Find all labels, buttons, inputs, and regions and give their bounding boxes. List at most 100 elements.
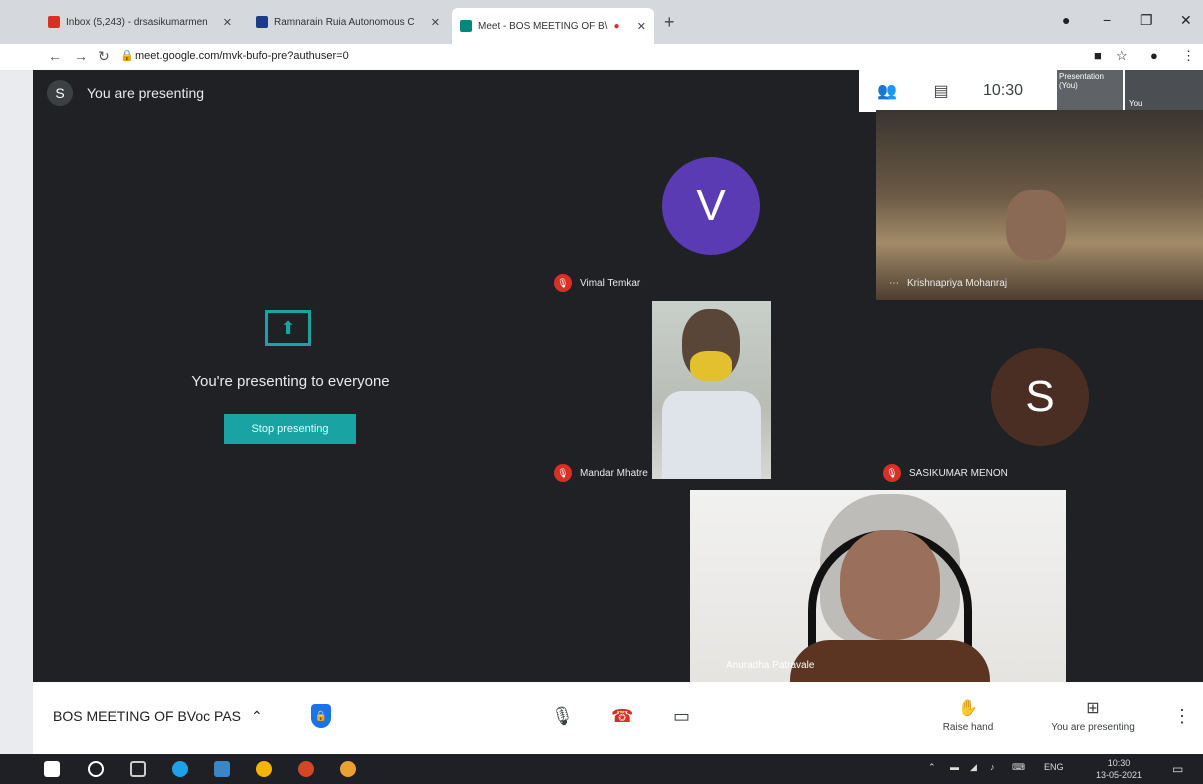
chrome-icon[interactable] [256,761,272,777]
restore-button[interactable]: ❐ [1140,12,1153,29]
recording-icon: ● [613,20,620,32]
clock-date: 13-05-2021 [1096,770,1143,780]
present-icon: ⊞ [1086,700,1100,717]
camera-indicator-icon[interactable]: ■ [1094,48,1102,63]
camera-button[interactable]: ▭ [673,706,690,727]
avatar: V [662,157,760,255]
file-explorer-icon[interactable] [214,761,230,777]
new-tab-button[interactable]: + [664,12,675,33]
site-icon [256,16,268,28]
microphone-button[interactable]: 🎙 [551,706,574,727]
search-icon[interactable] [88,761,104,777]
hand-icon: ✋ [958,700,978,717]
meet-bottom-bar: BOS MEETING OF BVoc PAS ⌃ 🔒 🎙 ☎ ▭ ✋ Rais… [33,682,1203,754]
presenting-label: You are presenting [1051,722,1135,733]
clock-time: 10:30 [1107,758,1131,768]
notification-icon[interactable]: ▭ [1172,762,1183,776]
meeting-title: BOS MEETING OF BVoc PAS [53,708,242,724]
mic-off-icon: 🎙 [883,464,901,482]
mic-off-icon: 🎙 [554,464,572,482]
raise-hand-button[interactable]: ✋ Raise hand [933,698,1003,733]
tab-ruia[interactable]: Ramnarain Ruia Autonomous C ✕ [248,8,448,36]
back-icon[interactable]: ← [48,48,62,64]
meeting-clock: 10:30 [983,82,1024,99]
close-icon[interactable]: ✕ [637,20,646,33]
top-right-panel: 👥 ▤ 10:30 Presentation (You) You [859,70,1203,112]
meet-icon [460,20,472,32]
tab-meet[interactable]: Meet - BOS MEETING OF B\ ● ✕ [452,8,654,44]
window-close-button[interactable]: ✕ [1180,12,1192,29]
leave-call-button[interactable]: ☎ [611,706,633,727]
wifi-icon[interactable]: ◢ [970,762,977,773]
forward-icon[interactable]: → [74,48,88,64]
chevron-up-icon: ⌃ [251,708,263,724]
face-mask [690,351,732,381]
url-field[interactable]: meet.google.com/mvk-bufo-pre?authuser=0 [135,50,349,62]
participant-name: Vimal Temkar [580,277,641,289]
avatar: S [47,80,73,106]
participant-name: SASIKUMAR MENON [909,467,1008,479]
participant-name: Mandar Mhatre [580,467,648,479]
browser-tabstrip: Inbox (5,243) - drsasikumarmen ✕ Ramnara… [0,0,1203,44]
task-view-icon[interactable] [130,761,146,777]
participant-shirt [662,391,761,479]
banner-text: You are presenting [87,85,205,101]
avatar: S [991,348,1089,446]
language-indicator[interactable]: ENG [1044,762,1064,772]
taskbar-clock[interactable]: 10:30 13-05-2021 [1096,757,1142,781]
host-controls-icon[interactable]: 🔒 [311,704,331,728]
participant-name-tag: 🎙 Mandar Mhatre [554,464,648,482]
windows-taskbar: ⌃ ▬ ◢ ♪ ⌨ ENG 10:30 13-05-2021 ▭ [0,754,1203,784]
participant-video[interactable] [876,110,1203,300]
more-icon[interactable]: ⋯ [889,278,899,289]
participant-body [790,640,990,682]
raise-hand-label: Raise hand [942,722,994,733]
participant-video[interactable]: Anuradha Patravale [690,490,1066,682]
tab-label: Ramnarain Ruia Autonomous C [274,16,415,28]
participant-name: Anuradha Patravale [726,660,815,671]
windows-start-icon[interactable] [44,761,60,777]
network-icon[interactable]: ▬ [950,762,959,772]
tile-label: Presentation (You) [1059,72,1104,90]
edge-icon[interactable] [172,761,188,777]
tab-gmail[interactable]: Inbox (5,243) - drsasikumarmen ✕ [40,8,240,36]
more-options-icon[interactable]: ⋮ [1173,706,1191,727]
profile-icon[interactable]: ● [1062,12,1070,28]
meet-stage: S You are presenting 👥 ▤ 10:30 Presentat… [33,70,1203,682]
present-now-button[interactable]: ⊞ You are presenting [1038,698,1148,733]
participant-face [840,530,940,640]
reload-icon[interactable]: ↻ [98,48,110,65]
bookmark-star-icon[interactable]: ☆ [1116,48,1128,64]
present-screen-icon: ⬆ [265,310,311,346]
volume-icon[interactable]: ♪ [990,762,995,772]
presenting-banner: S You are presenting [47,80,204,106]
tab-label: Meet - BOS MEETING OF B\ [478,20,608,32]
participant-video[interactable] [652,301,771,479]
self-video-tile[interactable]: You [1125,70,1203,110]
chrome-icon[interactable] [340,761,356,777]
address-bar: ← → ↻ 🔒 meet.google.com/mvk-bufo-pre?aut… [0,44,1203,70]
participant-name-tag: 🎙 SASIKUMAR MENON [883,464,1008,482]
account-icon[interactable]: ● [1150,48,1158,63]
keyboard-icon[interactable]: ⌨ [1012,762,1025,773]
stop-presenting-button[interactable]: Stop presenting [224,414,356,444]
participant-name-tag: ⋯ Krishnapriya Mohanraj [889,278,1007,289]
people-icon[interactable]: 👥 [867,81,907,101]
gmail-icon [48,16,60,28]
participant-name-tag: 🎙 Vimal Temkar [554,274,640,292]
participant-name: Krishnapriya Mohanraj [907,278,1008,289]
self-presentation-tile[interactable]: Presentation (You) [1057,70,1123,110]
presenting-title: You're presenting to everyone [191,373,390,390]
tile-label: You [1129,99,1143,108]
powerpoint-icon[interactable] [298,761,314,777]
mic-off-icon: 🎙 [554,274,572,292]
lock-icon: 🔒 [120,50,134,62]
meeting-details-toggle[interactable]: BOS MEETING OF BVoc PAS ⌃ [53,708,263,725]
minimize-button[interactable]: − [1103,12,1111,28]
participant-face [1006,190,1066,260]
tray-chevron-icon[interactable]: ⌃ [928,762,936,773]
close-icon[interactable]: ✕ [431,16,440,29]
menu-dots-icon[interactable]: ⋮ [1182,48,1195,64]
chat-icon[interactable]: ▤ [921,81,961,101]
close-icon[interactable]: ✕ [223,16,232,29]
